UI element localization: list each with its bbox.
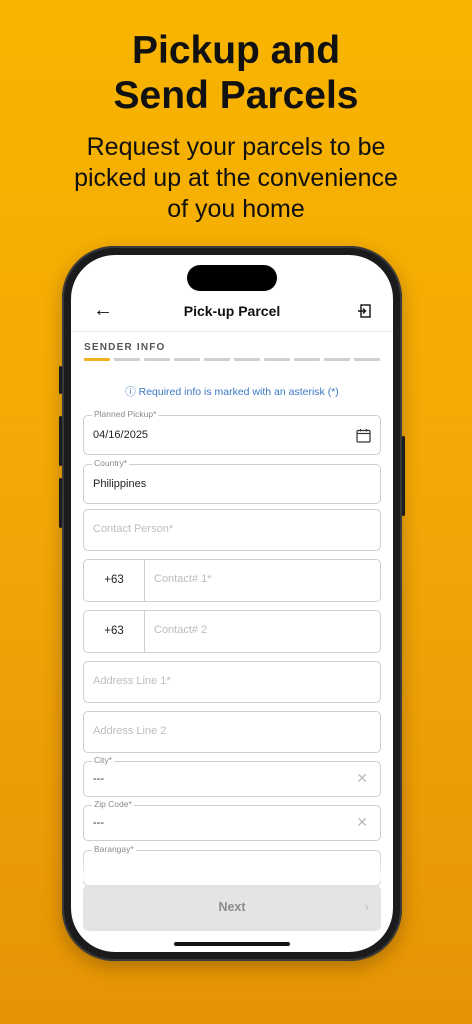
page-title: Pick-up Parcel [183,303,281,319]
city-label: City* [92,755,114,765]
zip-code-value: --- [93,817,104,829]
phone-volume-up [59,416,62,466]
headline-line-1: Pickup and [131,29,341,72]
app-bar-divider [71,331,393,332]
step-segment [144,358,170,361]
city-value: --- [93,773,104,785]
planned-pickup-value: 04/16/2025 [93,429,149,441]
contact-2-placeholder: Contact# 2 [154,624,208,636]
contact-person-field[interactable]: Contact Person* [83,509,381,551]
planned-pickup-field[interactable]: Planned Pickup* 04/16/2025 [83,409,381,455]
step-progress [84,358,380,362]
subheadline: Request your parcels to be picked up at … [30,132,442,225]
phone-screen: ← Pick-up Parcel SENDER INFO ⓘ Required … [71,255,393,952]
step-segment [84,358,110,361]
zip-code-field[interactable]: Zip Code* --- ✕ [83,799,381,841]
address-line-2-placeholder: Address Line 2 [93,725,167,737]
dynamic-island [187,265,277,291]
contact-1-field[interactable]: +63 Contact# 1* [83,559,381,602]
city-clear-icon[interactable]: ✕ [356,770,368,787]
country-label: Country* [92,458,130,468]
calendar-icon[interactable] [356,428,371,443]
subheadline-line-1: Request your parcels to be [86,133,386,161]
contact-1-placeholder: Contact# 1* [154,573,212,585]
headline: Pickup and Send Parcels [0,28,472,118]
subheadline-line-3: of you home [167,195,305,223]
home-indicator[interactable] [174,942,290,946]
country-value: Philippines [93,478,147,490]
contact-2-field[interactable]: +63 Contact# 2 [83,610,381,653]
step-segment [324,358,350,361]
subheadline-line-2: picked up at the convenience [74,164,398,192]
address-line-1-field[interactable]: Address Line 1* [83,661,381,703]
phone-volume-down [59,478,62,528]
address-line-2-field[interactable]: Address Line 2 [83,711,381,753]
contact-2-country-code[interactable]: +63 [84,611,145,652]
step-segment [204,358,230,361]
required-info-note: ⓘ Required info is marked with an asteri… [125,386,339,398]
phone-power-button [402,436,405,516]
phone-side-button-left [59,366,62,394]
step-label: SENDER INFO [84,342,166,353]
next-button-label: Next [218,900,246,914]
exit-icon[interactable] [357,304,371,318]
step-segment [354,358,380,361]
app-bar: ← Pick-up Parcel [71,297,393,327]
chevron-right-icon: › [364,899,369,914]
next-button[interactable]: Next › [83,885,381,931]
step-segment [264,358,290,361]
planned-pickup-label: Planned Pickup* [92,409,159,419]
city-field[interactable]: City* --- ✕ [83,755,381,797]
step-segment [114,358,140,361]
phone-frame: ← Pick-up Parcel SENDER INFO ⓘ Required … [59,246,405,961]
address-line-1-placeholder: Address Line 1* [93,675,171,687]
headline-line-2: Send Parcels [113,74,359,117]
step-segment [294,358,320,361]
country-field[interactable]: Country* Philippines [83,458,381,504]
contact-person-placeholder: Contact Person* [93,523,174,535]
scroll-fade [71,853,393,881]
contact-1-country-code[interactable]: +63 [84,560,145,601]
step-segment [234,358,260,361]
zip-code-label: Zip Code* [92,799,134,809]
step-segment [174,358,200,361]
zip-code-clear-icon[interactable]: ✕ [356,814,368,831]
